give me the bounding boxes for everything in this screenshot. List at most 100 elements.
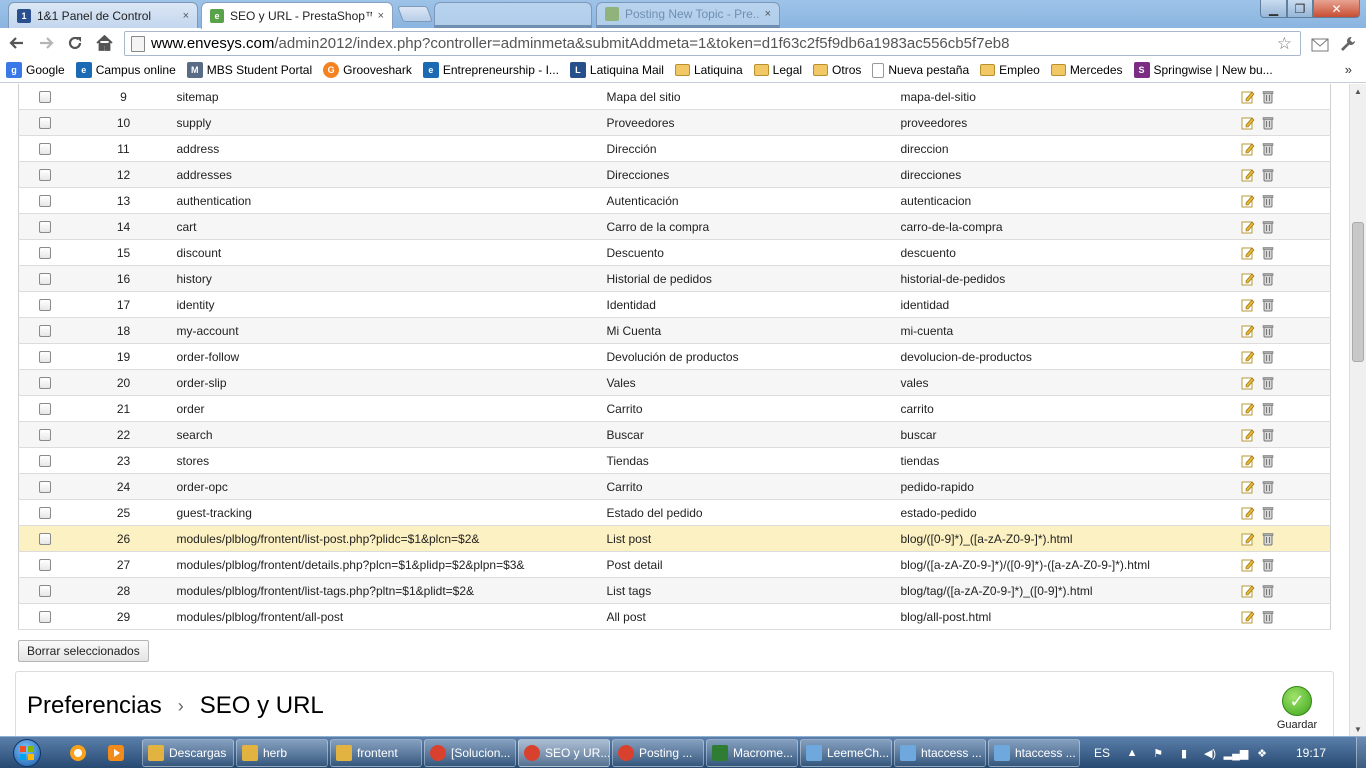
bookmark-item[interactable]: e Entrepreneurship - I... bbox=[422, 62, 559, 78]
back-button[interactable] bbox=[6, 32, 28, 54]
network-icon[interactable]: ▂▄▆ bbox=[1224, 745, 1249, 761]
bookmark-folder[interactable]: Otros bbox=[813, 63, 861, 77]
address-bar[interactable]: www.envesys.com/admin2012/index.php?cont… bbox=[124, 31, 1301, 56]
save-button[interactable]: ✓ Guardar bbox=[1275, 686, 1319, 731]
dropbox-icon[interactable]: ❖ bbox=[1254, 745, 1270, 761]
row-checkbox[interactable] bbox=[38, 273, 51, 286]
taskbar-button[interactable]: htaccess ... bbox=[988, 739, 1080, 767]
bookmark-folder[interactable]: Mercedes bbox=[1050, 63, 1123, 77]
maximize-window-button[interactable]: ❐ bbox=[1287, 0, 1313, 18]
delete-icon[interactable] bbox=[1261, 558, 1275, 572]
more-bookmarks-button[interactable]: » bbox=[1345, 62, 1352, 77]
bookmark-folder[interactable]: Latiquina bbox=[674, 63, 743, 77]
delete-icon[interactable] bbox=[1261, 350, 1275, 364]
delete-icon[interactable] bbox=[1261, 402, 1275, 416]
language-indicator[interactable]: ES bbox=[1094, 746, 1110, 760]
taskbar-button[interactable]: LeemeCh... bbox=[800, 739, 892, 767]
row-checkbox[interactable] bbox=[38, 429, 51, 442]
close-window-button[interactable]: ✕ bbox=[1313, 0, 1360, 18]
vertical-scrollbar[interactable]: ▲ ▼ bbox=[1349, 84, 1366, 736]
delete-icon[interactable] bbox=[1261, 142, 1275, 156]
edit-icon[interactable] bbox=[1241, 480, 1255, 494]
row-checkbox[interactable] bbox=[38, 507, 51, 520]
breadcrumb-preferences[interactable]: Preferencias bbox=[27, 692, 162, 720]
row-checkbox[interactable] bbox=[38, 611, 51, 624]
row-checkbox[interactable] bbox=[38, 403, 51, 416]
row-checkbox[interactable] bbox=[38, 117, 51, 130]
row-checkbox[interactable] bbox=[38, 299, 51, 312]
row-checkbox[interactable] bbox=[38, 195, 51, 208]
edit-icon[interactable] bbox=[1241, 168, 1255, 182]
delete-icon[interactable] bbox=[1261, 428, 1275, 442]
bookmark-item[interactable]: g Google bbox=[6, 62, 65, 78]
edit-icon[interactable] bbox=[1241, 428, 1255, 442]
edit-icon[interactable] bbox=[1241, 402, 1255, 416]
taskbar-button[interactable]: Posting ... bbox=[612, 739, 704, 767]
row-checkbox[interactable] bbox=[38, 377, 51, 390]
edit-icon[interactable] bbox=[1241, 584, 1255, 598]
volume-icon[interactable]: ◀) bbox=[1202, 745, 1218, 761]
delete-icon[interactable] bbox=[1261, 298, 1275, 312]
scroll-up-icon[interactable]: ▲ bbox=[1350, 84, 1366, 98]
browser-tab[interactable] bbox=[434, 2, 592, 28]
edit-icon[interactable] bbox=[1241, 610, 1255, 624]
show-desktop-button[interactable] bbox=[1356, 737, 1366, 768]
edit-icon[interactable] bbox=[1241, 558, 1255, 572]
row-checkbox[interactable] bbox=[38, 247, 51, 260]
edit-icon[interactable] bbox=[1241, 194, 1255, 208]
delete-icon[interactable] bbox=[1261, 246, 1275, 260]
row-checkbox[interactable] bbox=[38, 169, 51, 182]
edit-icon[interactable] bbox=[1241, 272, 1255, 286]
row-checkbox[interactable] bbox=[38, 325, 51, 338]
row-checkbox[interactable] bbox=[38, 481, 51, 494]
bookmark-item[interactable]: S Springwise | New bu... bbox=[1133, 62, 1273, 78]
clock[interactable]: 19:17 bbox=[1296, 746, 1326, 760]
bookmark-item[interactable]: Nueva pestaña bbox=[872, 62, 969, 78]
row-checkbox[interactable] bbox=[38, 143, 51, 156]
delete-icon[interactable] bbox=[1261, 454, 1275, 468]
delete-icon[interactable] bbox=[1261, 194, 1275, 208]
bookmark-item[interactable]: L Latiquina Mail bbox=[569, 62, 664, 78]
edit-icon[interactable] bbox=[1241, 350, 1255, 364]
taskbar-button[interactable]: SEO y UR... bbox=[518, 739, 610, 767]
tray-expand-icon[interactable]: ▲ bbox=[1124, 745, 1140, 761]
delete-icon[interactable] bbox=[1261, 90, 1275, 104]
delete-icon[interactable] bbox=[1261, 532, 1275, 546]
start-button[interactable] bbox=[4, 738, 50, 768]
delete-icon[interactable] bbox=[1261, 324, 1275, 338]
media-player-icon[interactable] bbox=[98, 740, 134, 766]
row-checkbox[interactable] bbox=[38, 533, 51, 546]
action-center-icon[interactable]: ⚑ bbox=[1150, 745, 1166, 761]
row-checkbox[interactable] bbox=[38, 585, 51, 598]
edit-icon[interactable] bbox=[1241, 116, 1255, 130]
wrench-menu-icon[interactable] bbox=[1338, 34, 1358, 54]
edit-icon[interactable] bbox=[1241, 324, 1255, 338]
scroll-down-icon[interactable]: ▼ bbox=[1350, 722, 1366, 736]
edit-icon[interactable] bbox=[1241, 246, 1255, 260]
row-checkbox[interactable] bbox=[38, 455, 51, 468]
edit-icon[interactable] bbox=[1241, 532, 1255, 546]
edit-icon[interactable] bbox=[1241, 90, 1255, 104]
scrollbar-thumb[interactable] bbox=[1352, 222, 1364, 362]
edit-icon[interactable] bbox=[1241, 142, 1255, 156]
taskbar-button[interactable]: Macrome... bbox=[706, 739, 798, 767]
delete-icon[interactable] bbox=[1261, 376, 1275, 390]
bulk-delete-button[interactable]: Borrar seleccionados bbox=[18, 640, 149, 662]
browser-tab[interactable]: Posting New Topic - Pre... × bbox=[596, 2, 780, 28]
taskbar-button[interactable]: herb bbox=[236, 739, 328, 767]
bookmark-folder[interactable]: Empleo bbox=[980, 63, 1040, 77]
row-checkbox[interactable] bbox=[38, 221, 51, 234]
edit-icon[interactable] bbox=[1241, 454, 1255, 468]
pinned-app-icon[interactable] bbox=[60, 740, 96, 766]
delete-icon[interactable] bbox=[1261, 272, 1275, 286]
taskbar-button[interactable]: htaccess ... bbox=[894, 739, 986, 767]
edit-icon[interactable] bbox=[1241, 506, 1255, 520]
delete-icon[interactable] bbox=[1261, 584, 1275, 598]
row-checkbox[interactable] bbox=[38, 91, 51, 104]
gmail-checker-icon[interactable] bbox=[1310, 34, 1330, 54]
battery-icon[interactable]: ▮ bbox=[1176, 745, 1192, 761]
edit-icon[interactable] bbox=[1241, 376, 1255, 390]
reload-button[interactable] bbox=[64, 32, 86, 54]
home-button[interactable] bbox=[93, 32, 115, 54]
close-tab-icon[interactable]: × bbox=[765, 8, 771, 20]
